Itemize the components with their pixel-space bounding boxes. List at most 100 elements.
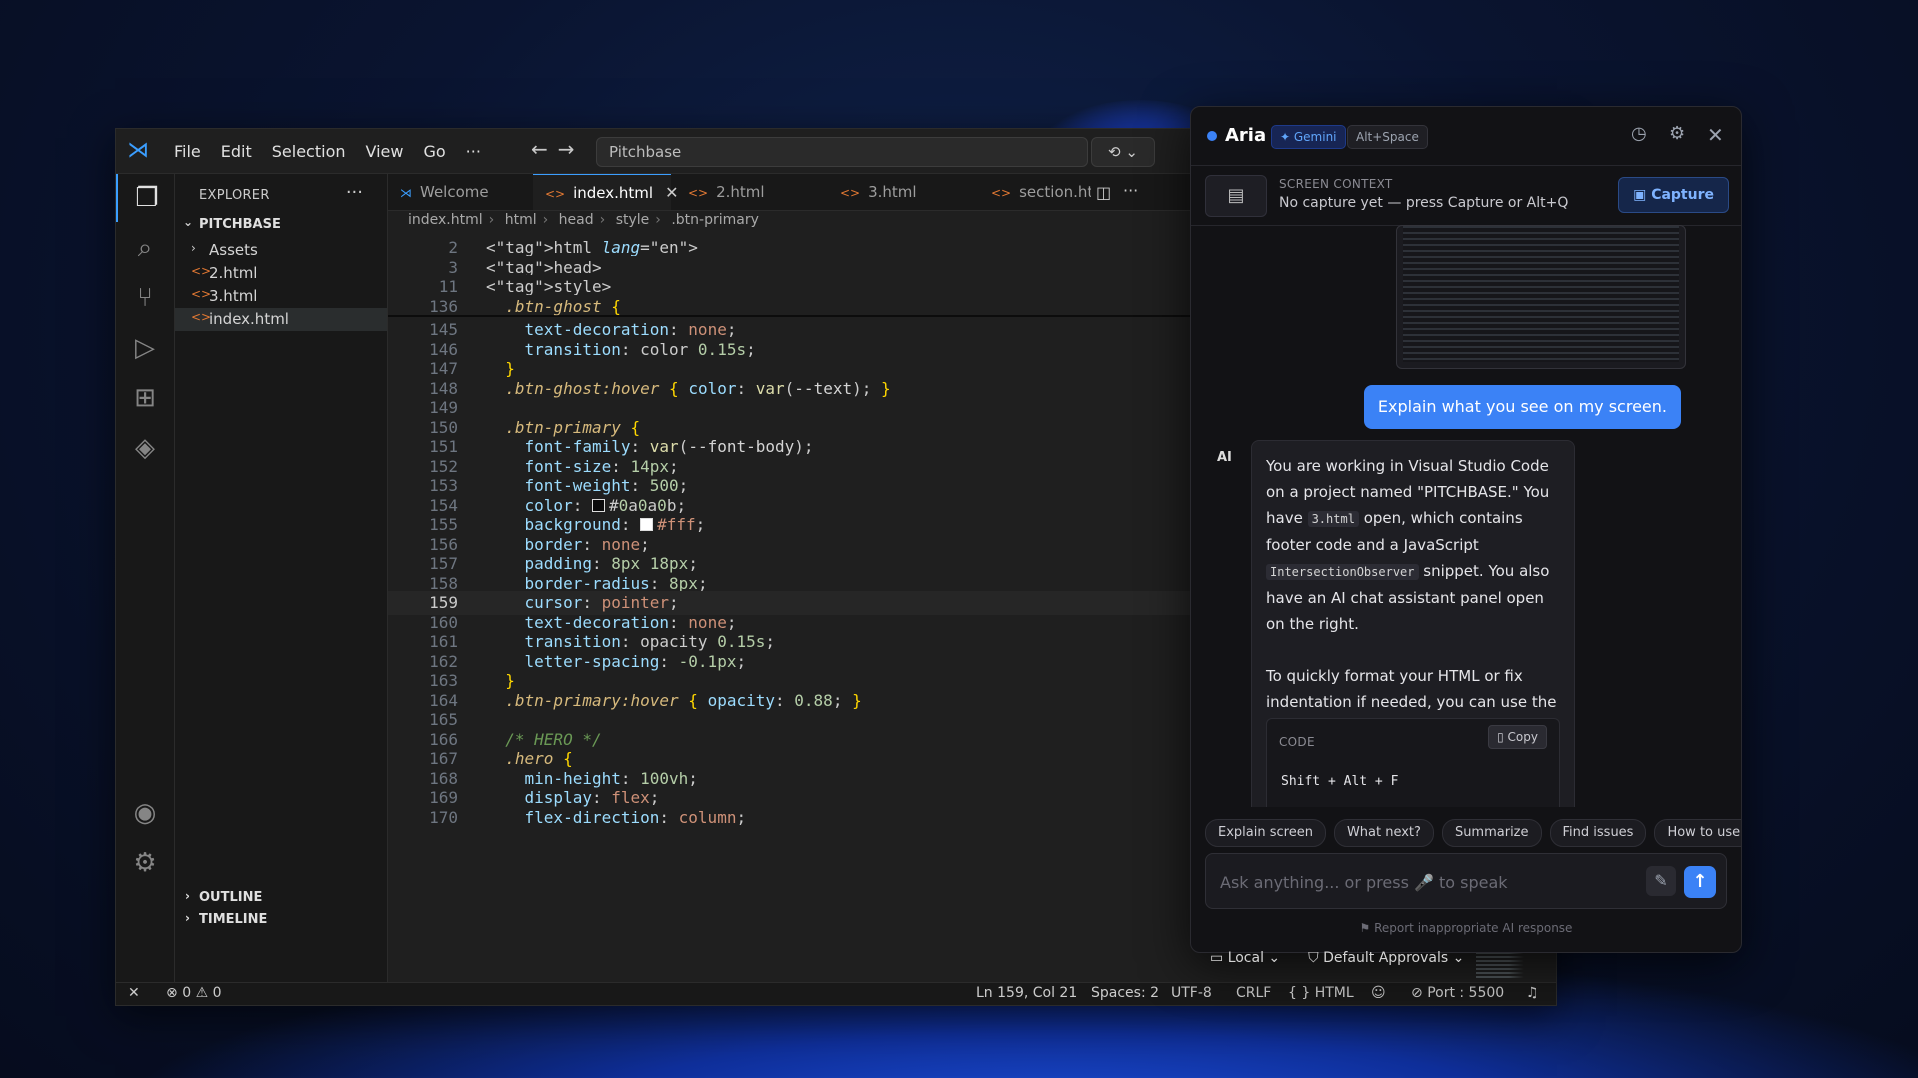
report-link[interactable]: ⚑ Report inappropriate AI response xyxy=(1191,921,1741,935)
tree-item-label: index.html xyxy=(209,310,289,328)
menu-view[interactable]: View xyxy=(356,142,414,161)
command-center-search[interactable]: Pitchbase xyxy=(596,137,1088,167)
split-editor-icon[interactable]: ◫ xyxy=(1096,183,1111,202)
chat-input[interactable] xyxy=(1218,868,1622,896)
error-icon: ⊗ xyxy=(166,985,178,1001)
close-icon[interactable]: ✕ xyxy=(665,183,678,202)
tab-label: Welcome xyxy=(420,183,489,201)
extensions-icon[interactable]: ⊞ xyxy=(116,374,174,422)
microphone-icon[interactable]: ✎ xyxy=(1646,866,1676,896)
explorer-icon[interactable]: ❐ xyxy=(116,174,176,222)
inline-code: IntersectionObserver xyxy=(1266,564,1419,580)
html-file-icon: <> xyxy=(545,187,566,201)
chip-what-next[interactable]: What next? xyxy=(1333,819,1434,847)
history-icon[interactable]: ◷ xyxy=(1631,123,1647,144)
breadcrumb-item[interactable]: style xyxy=(616,212,650,228)
copilot-icon[interactable]: ☺ xyxy=(1371,985,1386,1001)
tab-3-html[interactable]: <> 3.html xyxy=(840,174,970,210)
send-arrow-icon[interactable]: ↑ xyxy=(1684,866,1716,898)
tree-item-assets[interactable]: › Assets xyxy=(175,239,387,262)
chip-how-to-use[interactable]: How to use xyxy=(1654,819,1741,847)
screenshot-thumbnail[interactable] xyxy=(1396,225,1686,369)
close-icon[interactable]: ✕ xyxy=(1707,123,1724,147)
outline-label: OUTLINE xyxy=(199,890,263,905)
breadcrumb-item[interactable]: html xyxy=(505,212,537,228)
settings-gear-icon[interactable]: ⚙ xyxy=(1669,123,1685,144)
breadcrumb: index.html › html › head › style › .btn-prim… xyxy=(408,212,759,234)
language-mode[interactable]: { } HTML xyxy=(1288,985,1354,1001)
cursor-position[interactable]: Ln 159, Col 21 xyxy=(976,985,1077,1001)
live-server-port[interactable]: ⊘ Port : 5500 xyxy=(1411,985,1504,1001)
shortcut-badge: Alt+Space xyxy=(1347,125,1428,149)
outline-section[interactable]: › OUTLINE xyxy=(175,887,387,909)
approvals-label: Default Approvals ⌄ xyxy=(1323,950,1465,966)
account-icon[interactable]: ◉ xyxy=(116,789,174,837)
aria-assistant-panel: Aria ✦ Gemini Alt+Space ◷ ⚙ ✕ ▤ SCREEN C… xyxy=(1190,106,1742,953)
source-control-icon[interactable]: ⑂ xyxy=(116,274,174,322)
tree-item-2-html[interactable]: <> 2.html xyxy=(175,262,387,285)
encoding[interactable]: UTF-8 xyxy=(1171,985,1212,1001)
tab-label: 3.html xyxy=(868,183,917,201)
breadcrumb-item[interactable]: .btn-primary xyxy=(671,212,759,228)
timeline-section[interactable]: › TIMELINE xyxy=(175,909,387,931)
problems-status[interactable]: ⊗ 0 ⚠ 0 xyxy=(166,985,222,1001)
remote-icon[interactable]: ✕ xyxy=(128,985,140,1001)
menu-selection[interactable]: Selection xyxy=(262,142,356,161)
html-file-icon: <> xyxy=(840,186,861,200)
breadcrumb-item[interactable]: head xyxy=(559,212,594,228)
chevron-right-icon: › xyxy=(185,889,190,903)
approvals-dropdown[interactable]: ⛉ Default Approvals ⌄ xyxy=(1308,950,1464,966)
search-icon[interactable]: ⌕ xyxy=(116,224,174,272)
chip-explain-screen[interactable]: Explain screen xyxy=(1205,819,1326,847)
menu-go[interactable]: Go xyxy=(413,142,455,161)
timeline-label: TIMELINE xyxy=(199,912,268,927)
capture-label: Capture xyxy=(1651,187,1714,203)
tree-item-index-html[interactable]: <> index.html xyxy=(175,308,387,331)
chip-find-issues[interactable]: Find issues xyxy=(1549,819,1647,847)
tab-index-html[interactable]: <> index.html ✕ xyxy=(533,174,679,210)
run-debug-icon[interactable]: ▷ xyxy=(116,324,174,372)
editor-more-icon[interactable]: ··· xyxy=(1123,181,1138,200)
warning-count: 0 xyxy=(212,985,222,1001)
local-label: Local ⌄ xyxy=(1227,950,1281,966)
python-icon[interactable]: ◈ xyxy=(116,424,174,472)
forward-arrow-icon[interactable]: → xyxy=(558,137,575,161)
explorer-title: EXPLORER xyxy=(199,188,270,203)
indentation[interactable]: Spaces: 2 xyxy=(1091,985,1159,1001)
folder-name: PITCHBASE xyxy=(199,217,281,232)
chip-summarize[interactable]: Summarize xyxy=(1441,819,1542,847)
line-number: 170 xyxy=(429,807,458,827)
copy-button[interactable]: ▯ Copy xyxy=(1488,725,1547,749)
tab-2-html[interactable]: <> 2.html xyxy=(688,174,818,210)
tab-section-html[interactable]: <> section.htr xyxy=(991,174,1091,210)
settings-gear-icon[interactable]: ⚙ xyxy=(116,839,174,887)
agent-mode-row: ▭ Local ⌄ ⛉ Default Approvals ⌄ xyxy=(1210,950,1464,966)
port-icon: ⊘ xyxy=(1411,985,1423,1001)
local-dropdown[interactable]: ▭ Local ⌄ xyxy=(1210,950,1280,966)
chat-thread[interactable]: Explain what you see on my screen. AI Yo… xyxy=(1191,225,1741,807)
code-block: CODE ▯ Copy Shift + Alt + F xyxy=(1266,718,1560,807)
user-message: Explain what you see on my screen. xyxy=(1363,385,1681,429)
notification-bell-icon[interactable]: ♫ xyxy=(1526,985,1539,1001)
tab-welcome[interactable]: ⋊ Welcome xyxy=(400,174,530,210)
ai-response: You are working in Visual Studio Code on… xyxy=(1251,440,1575,807)
screen-context-label: SCREEN CONTEXT xyxy=(1279,177,1393,191)
folder-pitchbase[interactable]: ⌄ PITCHBASE xyxy=(175,214,387,236)
screen-context-bar: ▤ SCREEN CONTEXT No capture yet — press … xyxy=(1191,165,1741,226)
menu-more[interactable]: ··· xyxy=(456,142,491,161)
line-ending[interactable]: CRLF xyxy=(1236,985,1271,1001)
menu-edit[interactable]: Edit xyxy=(211,142,262,161)
status-dot-icon xyxy=(1207,131,1217,141)
explorer-more-icon[interactable]: ··· xyxy=(346,182,363,203)
port-label: Port : 5500 xyxy=(1427,985,1505,1001)
back-arrow-icon[interactable]: ← xyxy=(531,137,548,161)
menu-file[interactable]: File xyxy=(164,142,211,161)
breadcrumb-item[interactable]: index.html xyxy=(408,212,483,228)
model-badge[interactable]: ✦ Gemini xyxy=(1271,125,1346,149)
braces-icon: { } xyxy=(1288,985,1311,1001)
search-text: Pitchbase xyxy=(609,143,682,161)
tree-item-3-html[interactable]: <> 3.html xyxy=(175,285,387,308)
menu-bar: File Edit Selection View Go ··· xyxy=(164,129,491,173)
capture-button[interactable]: ▣ Capture xyxy=(1618,177,1729,213)
chat-toggle-button[interactable]: ⟲ ⌄ xyxy=(1091,137,1155,167)
